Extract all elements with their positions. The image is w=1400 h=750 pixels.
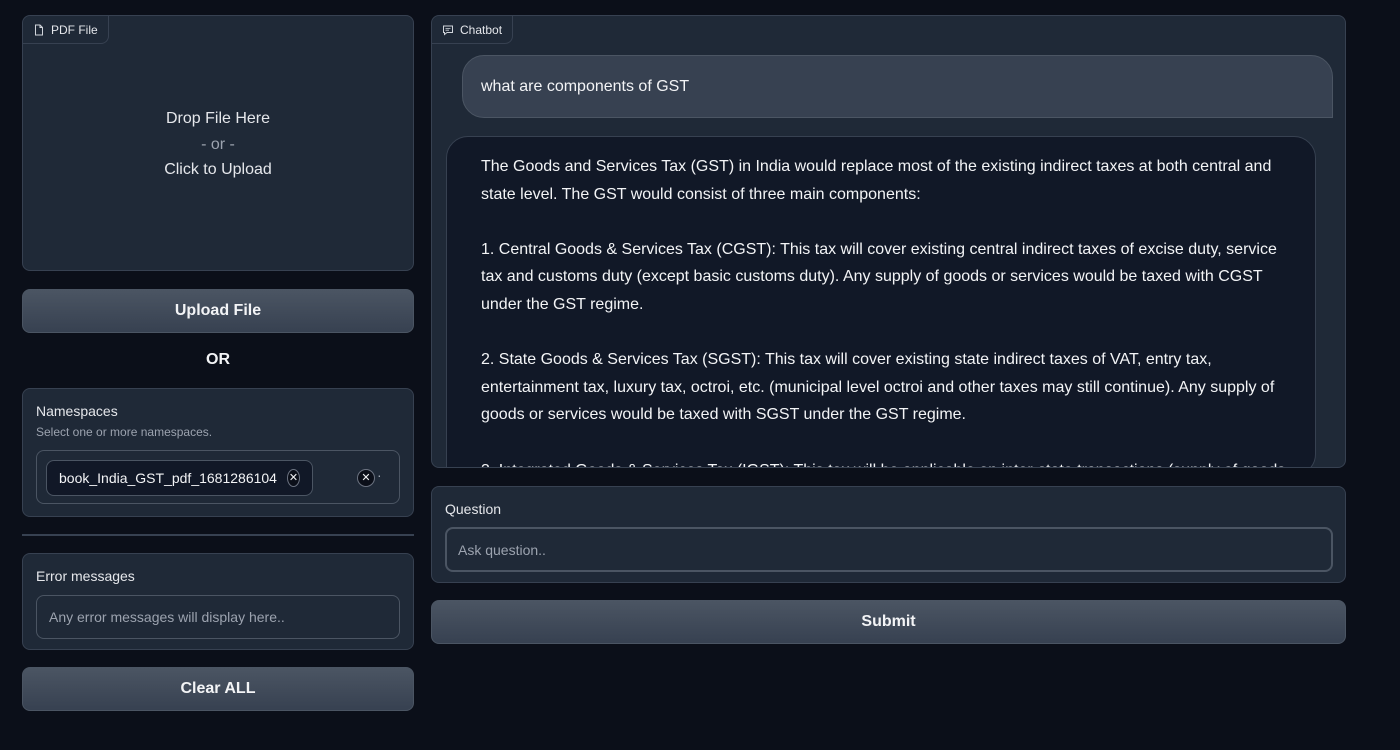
user-message-bubble: what are components of GST [462,55,1333,118]
question-label: Question [445,501,502,517]
bot-message-paragraph: 3. Integrated Goods & Services Tax (IGST… [481,457,1299,467]
question-input[interactable] [445,527,1333,572]
error-messages-textbox[interactable]: Any error messages will display here.. [36,595,400,639]
bot-message-paragraph: The Goods and Services Tax (GST) in Indi… [481,158,1272,203]
file-icon [35,24,43,35]
submit-button[interactable]: Submit [431,600,1346,644]
close-icon[interactable]: ✕ [357,469,375,487]
namespaces-info: Select one or more namespaces. [36,425,213,439]
namespaces-multiselect[interactable]: book_India_GST_pdf_1681286104 ✕ ✕ · [36,450,400,504]
chat-bubble-icon [443,25,453,36]
close-icon[interactable]: ✕ [286,469,300,487]
error-messages-panel: Error messages Any error messages will d… [22,553,414,650]
namespaces-label: Namespaces [36,403,118,419]
clear-all-button[interactable]: Clear ALL [22,667,414,711]
chatbot-tab: Chatbot [432,16,514,44]
drop-file-text: Drop File Here [165,110,271,127]
bot-message-paragraph: 2. State Goods & Services Tax (SGST): Th… [481,351,1275,424]
upload-file-button[interactable]: Upload File [22,289,414,333]
user-message-text: what are components of GST [481,77,690,95]
drop-zone[interactable]: Drop File Here - or - Click to Upload [23,106,413,183]
dropdown-indicator-icon[interactable]: · [377,467,382,483]
namespace-chip-label: book_India_GST_pdf_1681286104 [59,470,277,486]
namespaces-panel: Namespaces Select one or more namespaces… [22,388,414,517]
pdf-upload-panel[interactable]: PDF File Drop File Here - or - Click to … [22,15,414,271]
click-to-upload-text: Click to Upload [164,161,272,178]
question-panel: Question [431,486,1346,583]
error-messages-label: Error messages [36,568,135,584]
drop-or-text: - or - [201,135,235,153]
separator-line [22,534,414,536]
chatbot-panel: Chatbot what are components of GST The G… [431,15,1346,468]
or-divider-text: OR [206,351,230,368]
namespace-chip: book_India_GST_pdf_1681286104 ✕ [46,460,313,496]
pdf-file-tab: PDF File [23,16,109,44]
bot-message-bubble: The Goods and Services Tax (GST) in Indi… [446,136,1316,467]
chatbot-tab-label: Chatbot [460,22,503,37]
pdf-file-tab-label: PDF File [51,22,98,37]
bot-message-paragraph: 1. Central Goods & Services Tax (CGST): … [481,240,1277,313]
